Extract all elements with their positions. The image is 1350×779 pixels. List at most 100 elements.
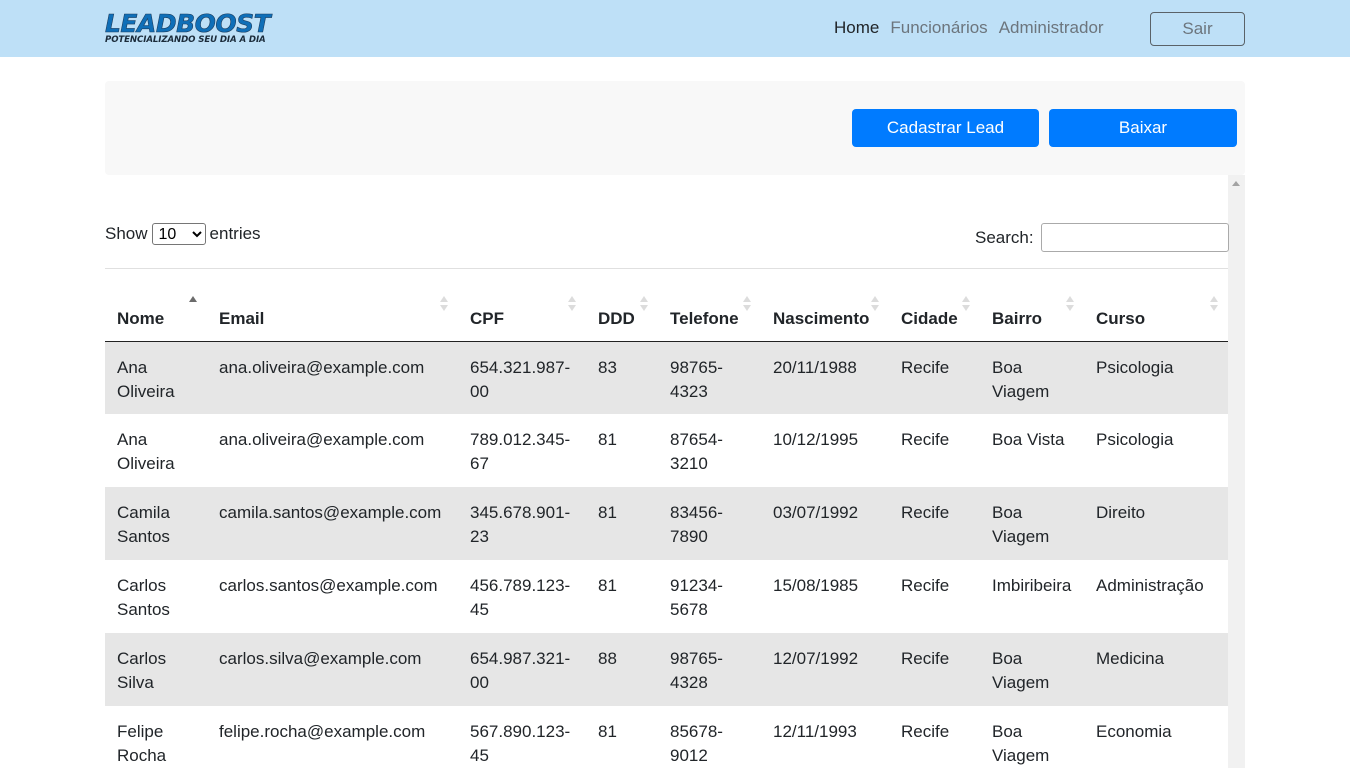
cell-email: ana.oliveira@example.com	[219, 357, 425, 377]
controls-divider	[105, 268, 1228, 269]
cell-cpf: 654.987.321-00	[470, 649, 571, 692]
column-header-label: Bairro	[992, 308, 1043, 328]
sort-icon	[871, 296, 879, 312]
cell-telefone: 91234-5678	[670, 576, 723, 619]
column-header-nome[interactable]: Nome	[105, 291, 207, 342]
cell-cidade: Recife	[901, 649, 950, 668]
cell-nome: Carlos Silva	[117, 649, 167, 692]
cell-ddd: 88	[598, 649, 617, 668]
show-label: Show	[105, 224, 148, 243]
cell-bairro: Boa Viagem	[992, 649, 1050, 692]
column-header-telefone[interactable]: Telefone	[658, 291, 761, 342]
sort-icon	[962, 296, 970, 312]
table-row: Felipe Rocha felipe.rocha@example.com 567.…	[105, 706, 1228, 779]
sort-icon	[568, 296, 576, 312]
column-header-label: Cidade	[901, 308, 958, 328]
cell-ddd: 81	[598, 430, 617, 449]
brand-title: LEADBOOST	[105, 9, 271, 38]
cell-nascimento: 12/11/1993	[773, 722, 857, 741]
column-header-cidade[interactable]: Cidade	[889, 291, 980, 342]
table-row: Carlos Santos carlos.santos@example.com 45…	[105, 560, 1228, 633]
column-header-bairro[interactable]: Bairro	[980, 291, 1084, 342]
table-header: Nome Email CPF DDD Telefone Nascimento Cidade B…	[105, 291, 1228, 342]
column-header-label: Telefone	[670, 308, 739, 328]
cell-cpf: 567.890.123-45	[470, 722, 571, 765]
scrollbar[interactable]	[1228, 175, 1245, 768]
column-header-label: Nascimento	[773, 308, 870, 328]
cell-email: camila.santos@example.com	[219, 503, 442, 522]
leads-table: Nome Email CPF DDD Telefone Nascimento Cidade B…	[105, 291, 1228, 779]
page-length-select[interactable]: 10	[151, 223, 206, 245]
cell-nome: Camila Santos	[117, 503, 170, 546]
column-header-label: Email	[219, 308, 265, 328]
cell-curso: Psicologia	[1096, 430, 1174, 449]
cell-bairro: Boa Viagem	[992, 503, 1050, 546]
table-row: Ana Oliveira ana.oliveira@example.com 789.…	[105, 414, 1228, 487]
column-header-label: Curso	[1096, 308, 1146, 328]
search-control: Search:	[975, 223, 1229, 252]
cell-cidade: Recife	[901, 357, 950, 377]
sort-icon	[1066, 296, 1074, 312]
cell-nascimento: 10/12/1995	[773, 430, 859, 449]
cell-nome: Ana Oliveira	[117, 357, 175, 401]
logout-button[interactable]: Sair	[1150, 12, 1245, 46]
cell-telefone: 98765-4323	[670, 357, 723, 401]
cell-bairro: Imbiribeira	[992, 576, 1072, 595]
cell-email: felipe.rocha@example.com	[219, 722, 426, 741]
nav-link-home[interactable]: Home	[834, 18, 879, 38]
column-header-ddd[interactable]: DDD	[586, 291, 658, 342]
cell-nome: Ana Oliveira	[117, 430, 175, 473]
cell-curso: Medicina	[1096, 649, 1165, 668]
cell-nascimento: 03/07/1992	[773, 503, 859, 522]
cell-bairro: Boa Viagem	[992, 722, 1050, 765]
brand-logo[interactable]: LEADBOOST POTENCIALIZANDO SEU DIA A DIA	[105, 9, 271, 45]
cell-email: carlos.silva@example.com	[219, 649, 422, 668]
cell-cidade: Recife	[901, 430, 950, 449]
header-row: Nome Email CPF DDD Telefone Nascimento Cidade B…	[105, 291, 1228, 342]
cell-bairro: Boa Viagem	[992, 357, 1050, 401]
cell-telefone: 83456-7890	[670, 503, 723, 546]
cell-ddd: 81	[598, 503, 617, 522]
nav-link-funcionarios[interactable]: Funcionários	[890, 18, 987, 38]
scroll-up-arrow-icon[interactable]	[1232, 181, 1240, 186]
cell-bairro: Boa Vista	[992, 430, 1065, 449]
cell-curso: Administração	[1096, 576, 1204, 595]
cell-curso: Psicologia	[1096, 357, 1174, 377]
column-header-nascimento[interactable]: Nascimento	[761, 291, 889, 342]
search-label: Search:	[975, 227, 1034, 247]
cell-curso: Economia	[1096, 722, 1172, 741]
download-button[interactable]: Baixar	[1049, 109, 1237, 147]
register-lead-button[interactable]: Cadastrar Lead	[852, 109, 1039, 147]
page-length-control: Show 10 entries	[105, 223, 261, 245]
column-header-label: Nome	[117, 308, 165, 328]
search-input[interactable]	[1040, 223, 1229, 252]
cell-nascimento: 15/08/1985	[773, 576, 859, 595]
cell-ddd: 81	[598, 576, 617, 595]
table-row: Camila Santos camila.santos@example.com 34…	[105, 487, 1228, 560]
cell-cpf: 345.678.901-23	[470, 503, 571, 546]
cell-telefone: 87654-3210	[670, 430, 723, 473]
cell-cpf: 789.012.345-67	[470, 430, 571, 473]
cell-email: ana.oliveira@example.com	[219, 430, 425, 449]
cell-curso: Direito	[1096, 503, 1146, 522]
cell-cidade: Recife	[901, 503, 950, 522]
cell-nascimento: 12/07/1992	[773, 649, 859, 668]
column-header-cpf[interactable]: CPF	[458, 291, 586, 342]
cell-ddd: 81	[598, 722, 617, 741]
table-body: Ana Oliveira ana.oliveira@example.com 654.…	[105, 341, 1228, 779]
cell-nascimento: 20/11/1988	[773, 357, 857, 377]
cell-telefone: 98765-4328	[670, 649, 723, 692]
nav-links: Home Funcionários Administrador	[834, 18, 1104, 38]
brand-tagline: POTENCIALIZANDO SEU DIA A DIA	[105, 35, 266, 45]
entries-label: entries	[209, 224, 261, 243]
cell-cpf: 654.321.987-00	[470, 357, 571, 401]
nav-link-administrador[interactable]: Administrador	[999, 18, 1104, 38]
column-header-curso[interactable]: Curso	[1084, 291, 1228, 342]
cell-cidade: Recife	[901, 576, 950, 595]
navbar: LEADBOOST POTENCIALIZANDO SEU DIA A DIA …	[0, 0, 1350, 57]
sort-icon	[640, 296, 648, 312]
column-header-label: CPF	[470, 308, 504, 328]
column-header-email[interactable]: Email	[207, 291, 458, 342]
sort-ascending-icon	[189, 296, 197, 312]
table-row: Ana Oliveira ana.oliveira@example.com 654.…	[105, 341, 1228, 414]
